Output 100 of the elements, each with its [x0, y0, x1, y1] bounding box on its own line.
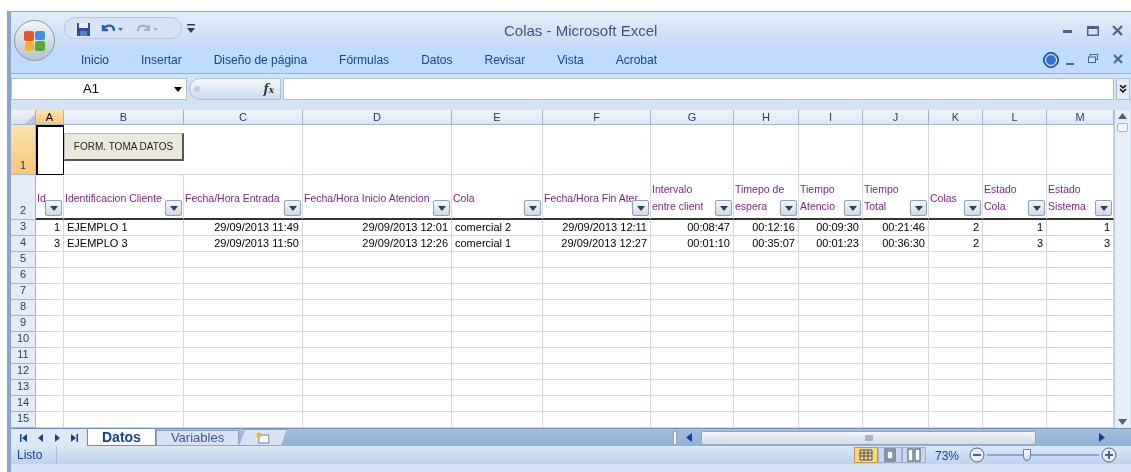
table-cell[interactable]: 3: [983, 236, 1047, 252]
column-header[interactable]: B: [64, 110, 184, 125]
view-button[interactable]: [878, 447, 902, 463]
next-sheet-icon[interactable]: [54, 433, 60, 442]
empty-cell[interactable]: [64, 396, 184, 412]
empty-cell[interactable]: [543, 252, 651, 268]
row-header[interactable]: 13: [11, 380, 36, 396]
empty-cell[interactable]: [734, 300, 799, 316]
column-header[interactable]: K: [929, 110, 983, 125]
empty-cell[interactable]: [452, 348, 543, 364]
header-cell[interactable]: Id: [36, 175, 64, 220]
empty-cell[interactable]: [734, 380, 799, 396]
header-cell[interactable]: Tiempo Atencio: [799, 175, 863, 220]
restore-icon[interactable]: [1088, 54, 1098, 63]
empty-cell[interactable]: [651, 316, 734, 332]
vertical-scrollbar[interactable]: [1114, 110, 1130, 428]
empty-cell[interactable]: [799, 332, 863, 348]
empty-cell[interactable]: [64, 300, 184, 316]
row-header[interactable]: 15: [11, 412, 36, 428]
empty-cell[interactable]: [452, 396, 543, 412]
column-header[interactable]: E: [452, 110, 543, 125]
empty-cell[interactable]: [452, 364, 543, 380]
empty-cell[interactable]: [734, 364, 799, 380]
empty-cell[interactable]: [863, 348, 929, 364]
filter-button[interactable]: [1028, 200, 1045, 216]
filter-button[interactable]: [910, 200, 927, 216]
scroll-thumb[interactable]: [701, 430, 1037, 445]
empty-cell[interactable]: [303, 252, 452, 268]
empty-cell[interactable]: [651, 252, 734, 268]
empty-cell[interactable]: [184, 268, 303, 284]
empty-cell[interactable]: [799, 268, 863, 284]
empty-cell[interactable]: [64, 252, 184, 268]
customize-toolbar-icon[interactable]: [187, 24, 195, 33]
horizontal-scrollbar[interactable]: [673, 430, 1105, 445]
empty-cell[interactable]: [983, 316, 1047, 332]
view-button[interactable]: [854, 447, 878, 463]
row-header[interactable]: 12: [11, 364, 36, 380]
empty-cell[interactable]: [651, 268, 734, 284]
table-cell[interactable]: 00:01:10: [651, 236, 734, 252]
empty-cell[interactable]: [734, 125, 799, 175]
empty-cell[interactable]: [303, 316, 452, 332]
column-header[interactable]: M: [1047, 110, 1114, 125]
formula-field[interactable]: [283, 78, 1114, 100]
empty-cell[interactable]: [799, 284, 863, 300]
header-cell[interactable]: Colas: [929, 175, 983, 220]
header-cell[interactable]: Estado Cola: [983, 175, 1047, 220]
table-cell[interactable]: 00:35:07: [734, 236, 799, 252]
table-cell[interactable]: EJEMPLO 3: [64, 236, 184, 252]
table-cell[interactable]: comercial 2: [452, 220, 543, 236]
empty-cell[interactable]: [863, 332, 929, 348]
row-header[interactable]: 4: [11, 236, 36, 252]
empty-cell[interactable]: [983, 125, 1047, 175]
empty-cell[interactable]: [734, 268, 799, 284]
empty-cell[interactable]: [184, 316, 303, 332]
table-cell[interactable]: 00:12:16: [734, 220, 799, 236]
empty-cell[interactable]: [303, 348, 452, 364]
empty-cell[interactable]: [929, 348, 983, 364]
column-header[interactable]: F: [543, 110, 651, 125]
empty-cell[interactable]: [983, 284, 1047, 300]
row-header[interactable]: 11: [11, 348, 36, 364]
empty-cell[interactable]: [983, 332, 1047, 348]
empty-cell[interactable]: [929, 268, 983, 284]
table-cell[interactable]: EJEMPLO 1: [64, 220, 184, 236]
row-header[interactable]: 5: [11, 252, 36, 268]
empty-cell[interactable]: [64, 332, 184, 348]
empty-cell[interactable]: [863, 252, 929, 268]
empty-cell[interactable]: [929, 364, 983, 380]
zoom-in-icon[interactable]: [1101, 447, 1117, 463]
minimize-icon[interactable]: [1066, 63, 1074, 65]
empty-cell[interactable]: [651, 348, 734, 364]
empty-cell[interactable]: [543, 125, 651, 175]
empty-cell[interactable]: [303, 396, 452, 412]
scroll-thumb[interactable]: [1117, 123, 1128, 132]
empty-cell[interactable]: [303, 284, 452, 300]
save-icon[interactable]: [76, 22, 91, 37]
row-header[interactable]: 3: [11, 220, 36, 236]
empty-cell[interactable]: [651, 364, 734, 380]
empty-cell[interactable]: [929, 284, 983, 300]
filter-button[interactable]: [715, 200, 732, 216]
filter-button[interactable]: [165, 200, 182, 216]
close-icon[interactable]: [1113, 54, 1123, 64]
empty-cell[interactable]: [799, 396, 863, 412]
empty-cell[interactable]: [734, 316, 799, 332]
header-cell[interactable]: Intervalo entre client: [651, 175, 734, 220]
empty-cell[interactable]: [64, 284, 184, 300]
empty-cell[interactable]: [983, 348, 1047, 364]
header-cell[interactable]: Fecha/Hora Inicio Atencion: [303, 175, 452, 220]
row-header[interactable]: 1: [11, 125, 36, 175]
empty-cell[interactable]: [799, 316, 863, 332]
ribbon-tab[interactable]: Fórmulas: [339, 50, 390, 69]
table-cell[interactable]: 2: [929, 220, 983, 236]
scroll-left-icon[interactable]: [686, 433, 692, 442]
empty-cell[interactable]: [799, 348, 863, 364]
column-header[interactable]: H: [734, 110, 799, 125]
scroll-up-icon[interactable]: [1118, 113, 1127, 119]
empty-cell[interactable]: [184, 125, 303, 175]
scroll-down-icon[interactable]: [1118, 419, 1127, 425]
previous-sheet-icon[interactable]: [38, 433, 44, 442]
column-header[interactable]: D: [303, 110, 452, 125]
filter-button[interactable]: [1095, 200, 1112, 216]
